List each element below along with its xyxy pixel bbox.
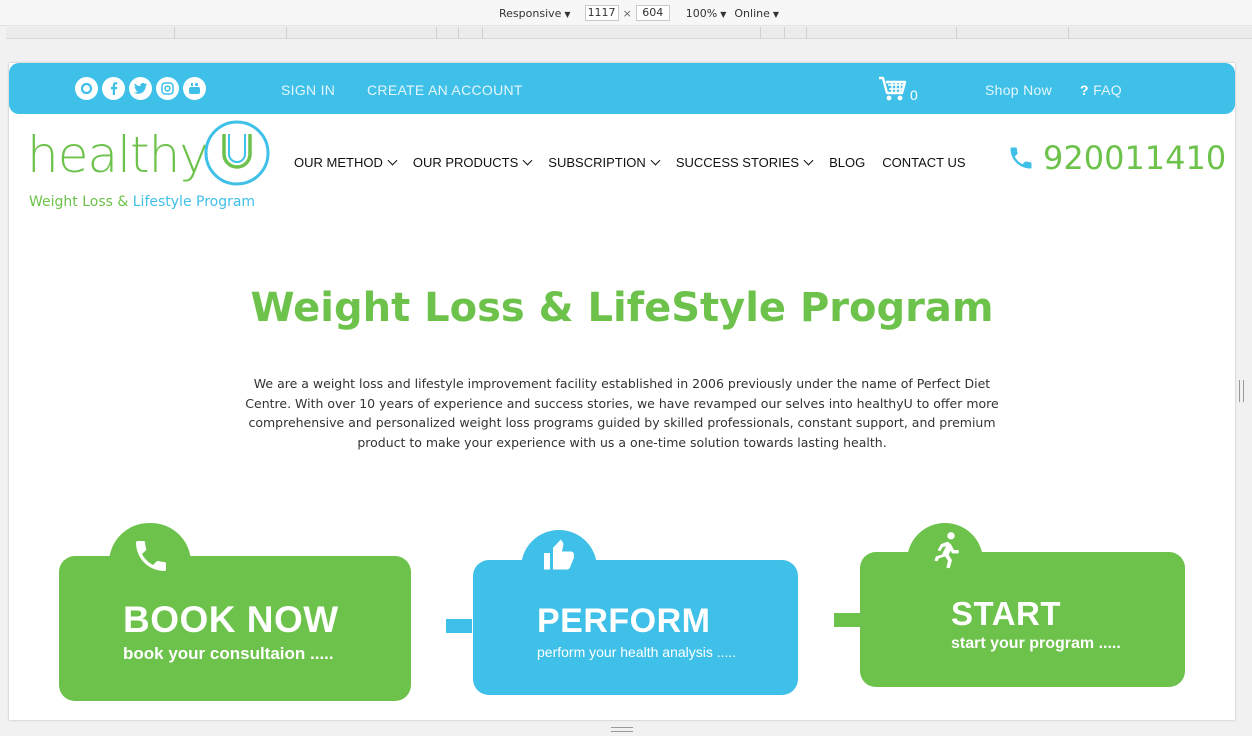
nav-label: CONTACT US (882, 155, 966, 170)
nav-label: SUBSCRIPTION (548, 155, 646, 170)
network-select[interactable]: Online ▼ (734, 7, 779, 20)
faq-label: FAQ (1093, 82, 1122, 98)
sign-in-link[interactable]: SIGN IN (281, 82, 335, 98)
card-title: START (951, 595, 1062, 632)
dimension-separator: × (622, 6, 632, 20)
chevron-down-icon (803, 155, 814, 166)
resize-handle-bottom[interactable] (611, 727, 633, 732)
card-title: PERFORM (537, 602, 711, 640)
network-label: Online (734, 6, 770, 20)
logo-tagline: Weight Loss & Lifestyle Program (29, 194, 255, 210)
chevron-down-icon (650, 155, 661, 166)
viewport-height-input[interactable]: 604 (635, 5, 670, 21)
phone-icon (136, 541, 166, 571)
nav-blog[interactable]: BLOG (829, 155, 865, 170)
running-icon (934, 532, 959, 569)
instagram-icon[interactable] (75, 77, 98, 100)
nav-our-method[interactable]: OUR METHOD (294, 155, 398, 170)
nav-label: OUR PRODUCTS (412, 155, 519, 170)
question-icon: ? (1080, 82, 1089, 98)
resize-handle-right[interactable] (1239, 380, 1244, 402)
nav-success-stories[interactable]: SUCCESS STORIES (675, 155, 814, 170)
nav-label: BLOG (829, 155, 866, 170)
nav-contact-us[interactable]: CONTACT US (882, 155, 965, 170)
phone-number-text: 920011410 (1043, 139, 1227, 177)
instagram-alt-icon[interactable] (156, 77, 179, 100)
viewport-width-input[interactable]: 1117 (584, 5, 619, 21)
faq-link[interactable]: ? FAQ (1080, 82, 1122, 98)
shop-now-link[interactable]: Shop Now (985, 82, 1052, 98)
hero-title: Weight Loss & LifeStyle Program (250, 285, 994, 331)
cart-count: 0 (910, 87, 918, 103)
youtube-icon[interactable] (183, 77, 206, 100)
healthyu-logo[interactable]: healthy Weight Loss & Lifestyle Program (27, 118, 287, 218)
top-bar: SIGN IN CREATE AN ACCOUNT 0 Shop Now ? F… (9, 63, 1235, 114)
card-subtitle: book your consultaion ..... (123, 644, 334, 663)
nav-subscription[interactable]: SUBSCRIPTION (548, 155, 661, 170)
logo-wordmark: healthy (27, 126, 209, 184)
perform-card[interactable]: PERFORM perform your health analysis ...… (473, 530, 798, 695)
device-label: Responsive (499, 6, 562, 20)
main-nav: OUR METHOD OUR PRODUCTS SUBSCRIPTION SUC… (294, 155, 966, 170)
twitter-icon[interactable] (129, 77, 152, 100)
book-now-card[interactable]: BOOK NOW book your consultaion ..... (59, 523, 411, 701)
social-links (75, 77, 206, 100)
devtools-toolbar: Responsive ▼ 1117 × 604 100% ▼ Online ▼ (0, 0, 1252, 26)
chevron-down-icon (522, 155, 533, 166)
logo-u-emblem (204, 120, 270, 186)
cart-icon (879, 76, 907, 101)
nav-our-products[interactable]: OUR PRODUCTS (412, 155, 533, 170)
phone-number[interactable]: 920011410 (1007, 139, 1226, 177)
thumbs-up-icon (544, 539, 574, 570)
tagline-part-1: Weight Loss & (29, 194, 133, 210)
zoom-label: 100% (685, 6, 718, 20)
chevron-down-icon (387, 155, 398, 166)
page-viewport: SIGN IN CREATE AN ACCOUNT 0 Shop Now ? F… (9, 63, 1235, 720)
media-query-ruler (6, 27, 1252, 39)
nav-label: SUCCESS STORIES (675, 155, 800, 170)
create-account-link[interactable]: CREATE AN ACCOUNT (367, 82, 523, 98)
cart-button[interactable]: 0 (878, 75, 918, 103)
device-select[interactable]: Responsive ▼ (499, 7, 571, 20)
zoom-select[interactable]: 100% ▼ (686, 7, 727, 20)
nav-label: OUR METHOD (294, 155, 383, 170)
card-subtitle: perform your health analysis ..... (537, 644, 737, 660)
card-subtitle: start your program ..... (951, 635, 1121, 652)
start-card[interactable]: START start your program ..... (860, 523, 1185, 687)
card-title: BOOK NOW (123, 599, 339, 640)
phone-icon (1010, 147, 1032, 169)
hero-description: We are a weight loss and lifestyle impro… (245, 376, 999, 450)
facebook-icon[interactable] (102, 77, 125, 100)
tagline-part-2: Lifestyle Program (132, 194, 256, 210)
